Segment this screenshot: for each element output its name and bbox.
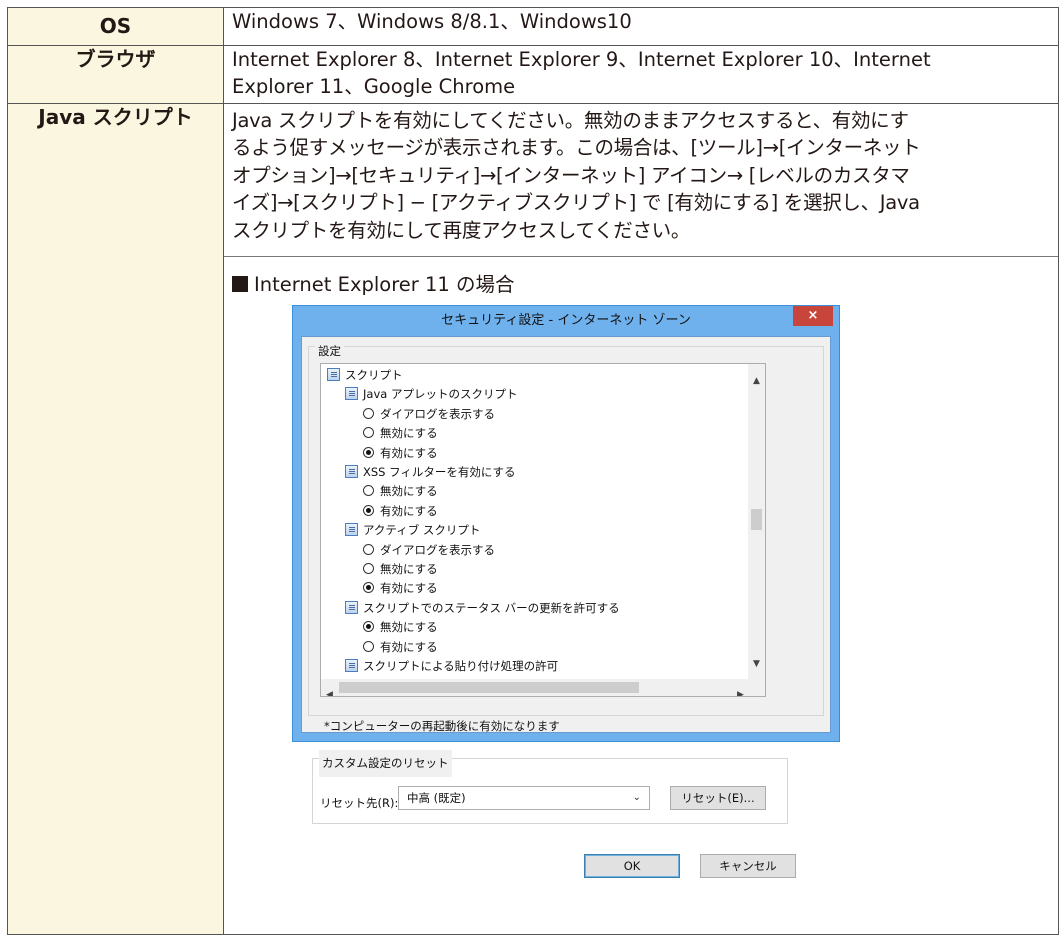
setting-label: 無効にする: [380, 562, 438, 576]
table-row-os: OS Windows 7、Windows 8/8.1、Windows10: [7, 7, 1059, 46]
setting-label: 有効にする: [380, 639, 438, 654]
vertical-scrollbar[interactable]: ▲ ▼: [748, 364, 765, 680]
ok-button[interactable]: OK: [584, 854, 680, 878]
table-row-browser: ブラウザ Internet Explorer 8、Internet Explor…: [7, 45, 1059, 104]
reset-level-select[interactable]: 中高 (既定) ⌄: [398, 786, 650, 810]
setting-category: Java アプレットのスクリプト: [345, 385, 517, 404]
settings-page-icon: [345, 387, 358, 401]
setting-option[interactable]: ダイアログを表示する: [363, 405, 495, 424]
radio-checked-icon: [363, 582, 374, 594]
cancel-button[interactable]: キャンセル: [700, 854, 796, 878]
setting-category: XSS フィルターを有効にする: [345, 463, 516, 482]
setting-option[interactable]: ダイアログを表示する: [363, 541, 495, 560]
settings-page-icon: [345, 465, 358, 478]
security-settings-dialog: セキュリティ設定 - インターネット ゾーン × 設定 スクリプト Java アプ…: [292, 305, 840, 878]
setting-label: XSS フィルターを有効にする: [363, 465, 516, 479]
instruction-line: スクリプトを有効にして再度アクセスしてください。: [232, 218, 691, 242]
instruction-line: イズ]→[スクリプト] − [アクティブスクリプト] で [有効にする] を選択…: [232, 191, 920, 215]
browser-label: ブラウザ: [7, 45, 224, 104]
setting-label: スクリプトによる貼り付け処理の許可: [363, 659, 559, 673]
settings-page-icon: [345, 523, 358, 537]
scroll-right-icon[interactable]: ▶: [732, 682, 749, 696]
setting-option[interactable]: 無効にする: [363, 618, 438, 637]
setting-label: 有効にする: [380, 581, 438, 596]
setting-label: ダイアログを表示する: [380, 542, 495, 557]
close-icon[interactable]: ×: [793, 306, 833, 326]
scroll-left-icon[interactable]: ◀: [321, 682, 338, 696]
setting-category: アクティブ スクリプト: [345, 521, 480, 540]
radio-checked-icon: [363, 621, 374, 633]
radio-unchecked-icon: [363, 640, 374, 652]
setting-option[interactable]: 無効にする: [363, 560, 438, 579]
radio-checked-icon: [363, 504, 374, 516]
scroll-down-icon[interactable]: ▼: [748, 651, 765, 678]
settings-list[interactable]: スクリプト Java アプレットのスクリプト ダイアログを表示する 無効にする 有効にす…: [320, 363, 766, 697]
setting-label: 有効にする: [380, 503, 438, 518]
ie11-caption-text: Internet Explorer 11 の場合: [254, 273, 515, 296]
setting-option[interactable]: 無効にする: [363, 424, 438, 443]
instruction-line: るよう促すメッセージが表示されます。この場合は、[ツール]→[インターネット: [232, 136, 921, 160]
radio-unchecked-icon: [363, 427, 374, 439]
setting-option[interactable]: 有効にする: [363, 502, 438, 521]
reset-button[interactable]: リセット(E)...: [670, 786, 766, 810]
setting-label: スクリプト: [345, 368, 403, 382]
chevron-down-icon: ⌄: [632, 792, 641, 803]
instruction-line: Java スクリプトを有効にしてください。無効のままアクセスすると、有効にす: [232, 109, 909, 132]
setting-option[interactable]: 無効にする: [363, 482, 438, 501]
radio-unchecked-icon: [363, 543, 374, 555]
setting-label: アクティブ スクリプト: [363, 523, 481, 538]
setting-label: 無効にする: [380, 426, 438, 441]
radio-unchecked-icon: [363, 407, 374, 419]
setting-category: スクリプトによる貼り付け処理の許可: [345, 657, 558, 676]
reset-to-label: リセット先(R):: [320, 796, 399, 810]
dialog-title: セキュリティ設定 - インターネット ゾーン: [441, 313, 691, 328]
setting-label: Java アプレットのスクリプト: [363, 387, 518, 402]
reset-level-value: 中高 (既定): [407, 791, 466, 805]
browser-value: Internet Explorer 8、Internet Explorer 9、…: [223, 45, 1059, 104]
scroll-up-icon[interactable]: ▲: [748, 368, 765, 395]
horizontal-scrollbar[interactable]: ◀ ▶: [321, 679, 749, 696]
setting-category: スクリプト: [327, 366, 403, 385]
table-row-javascript: Java スクリプト Java スクリプトを有効にしてください。無効のままアクセ…: [7, 103, 1059, 935]
browser-value-line: Explorer 11、Google Chrome: [232, 75, 516, 98]
setting-label: 無効にする: [380, 484, 438, 499]
setting-label: ダイアログを表示する: [380, 406, 495, 421]
ie11-caption: Internet Explorer 11 の場合: [232, 271, 515, 298]
setting-label: 有効にする: [380, 445, 438, 460]
restart-note: *コンピューターの再起動後に有効になります: [324, 719, 560, 733]
settings-page-icon: [345, 659, 358, 672]
scroll-corner: [748, 679, 765, 696]
cell-divider: [224, 256, 1058, 257]
radio-checked-icon: [363, 446, 374, 458]
javascript-label: Java スクリプト: [7, 103, 224, 935]
os-label: OS: [7, 7, 224, 46]
setting-option[interactable]: 有効にする: [363, 579, 438, 598]
scroll-thumb[interactable]: [751, 509, 762, 530]
radio-unchecked-icon: [363, 563, 374, 574]
reset-group-title: カスタム設定のリセット: [319, 750, 452, 777]
requirements-table: OS Windows 7、Windows 8/8.1、Windows10 ブラウ…: [7, 7, 1059, 935]
os-value: Windows 7、Windows 8/8.1、Windows10: [223, 7, 1059, 46]
browser-value-line: Internet Explorer 8、Internet Explorer 9、…: [232, 48, 931, 71]
settings-group-title: 設定: [315, 338, 344, 365]
setting-label: スクリプトでのステータス バーの更新を許可する: [363, 600, 620, 615]
javascript-instructions: Java スクリプトを有効にしてください。無効のままアクセスすると、有効にす る…: [232, 107, 1059, 244]
dialog-body: 設定 スクリプト Java アプレットのスクリプト ダイアログを表示する 無効にする有…: [301, 336, 831, 878]
instruction-line: オプション]→[セキュリティ]→[インターネット] アイコン→ [レベルのカスタ…: [232, 163, 910, 187]
settings-page-icon: [327, 368, 340, 381]
square-bullet-icon: [232, 276, 248, 292]
setting-option[interactable]: 有効にする: [363, 444, 438, 463]
javascript-value: Java スクリプトを有効にしてください。無効のままアクセスすると、有効にす る…: [223, 103, 1059, 935]
setting-option[interactable]: 有効にする: [363, 638, 438, 657]
settings-page-icon: [345, 600, 358, 614]
hscroll-thumb[interactable]: [339, 682, 639, 693]
setting-category: スクリプトでのステータス バーの更新を許可する: [345, 599, 620, 618]
setting-label: 無効にする: [380, 620, 438, 635]
radio-unchecked-icon: [363, 485, 374, 497]
